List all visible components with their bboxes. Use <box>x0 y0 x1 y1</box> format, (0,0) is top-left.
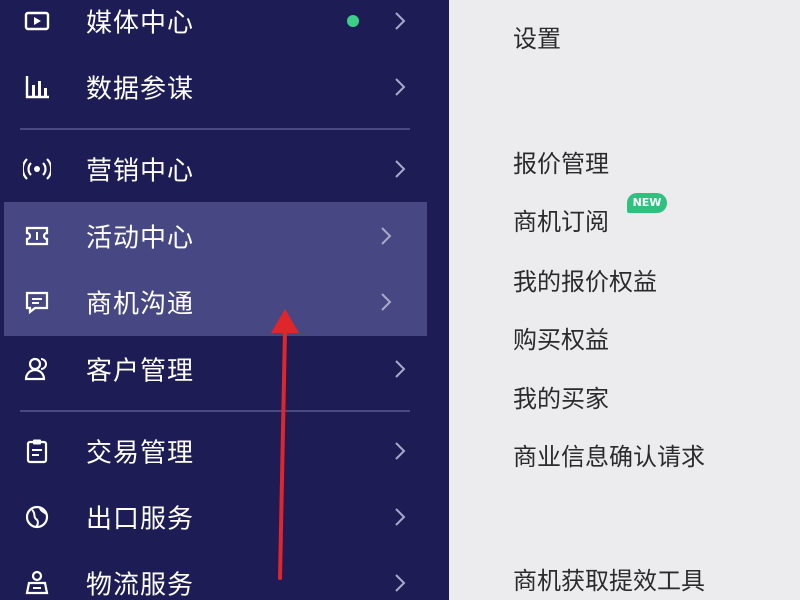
submenu-item-my-buyers[interactable]: 我的买家 <box>513 384 609 414</box>
chevron-right-icon <box>390 506 410 528</box>
sidebar-item-export-services[interactable]: 出口服务 <box>0 484 449 550</box>
sidebar-item-media-center[interactable]: 媒体中心 <box>0 0 449 54</box>
sidebar-item-logistics-services[interactable]: 物流服务 <box>0 550 449 600</box>
sidebar-item-label: 出口服务 <box>86 504 195 535</box>
sidebar-item-trade-management[interactable]: 交易管理 <box>0 418 449 484</box>
clipboard-icon <box>20 434 54 468</box>
submenu-item-purchase-rights[interactable]: 购买权益 <box>513 325 609 355</box>
submenu-item-quote-management[interactable]: 报价管理 <box>513 149 609 179</box>
bar-chart-icon <box>20 70 54 104</box>
submenu-item-my-quote-rights[interactable]: 我的报价权益 <box>513 267 657 297</box>
new-badge: NEW <box>627 193 667 213</box>
message-icon <box>20 285 54 319</box>
chevron-right-icon <box>390 358 410 380</box>
sidebar-item-label: 媒体中心 <box>86 8 195 39</box>
globe-icon <box>20 500 54 534</box>
ticket-icon <box>20 219 54 253</box>
broadcast-icon <box>20 152 54 186</box>
sidebar-item-business-communication[interactable]: 商机沟通 <box>0 269 449 335</box>
sidebar-item-data-advisor[interactable]: 数据参谋 <box>0 54 449 120</box>
sidebar-item-label: 商机沟通 <box>86 289 195 320</box>
section-divider <box>20 410 410 412</box>
sidebar-item-label: 物流服务 <box>86 570 195 600</box>
sidebar-item-label: 交易管理 <box>86 438 195 469</box>
notification-dot <box>347 15 359 27</box>
sidebar-item-label: 营销中心 <box>86 156 195 187</box>
submenu-settings[interactable]: 设置 <box>513 24 561 54</box>
chevron-right-icon <box>376 291 396 313</box>
section-divider <box>20 128 410 130</box>
chevron-right-icon <box>390 572 410 594</box>
sidebar-item-marketing-center[interactable]: 营销中心 <box>0 136 449 202</box>
sidebar-item-customer-management[interactable]: 客户管理 <box>0 336 449 402</box>
submenu-item-business-info-confirmation[interactable]: 商业信息确认请求 <box>513 442 705 472</box>
sidebar-item-label: 活动中心 <box>86 223 195 254</box>
submenu-panel: 设置 报价管理 商机订阅 我的报价权益 购买权益 我的买家 商业信息确认请求 商… <box>449 0 800 600</box>
chevron-right-icon <box>390 76 410 98</box>
chevron-right-icon <box>390 158 410 180</box>
submenu-item-business-efficiency-tools[interactable]: 商机获取提效工具 <box>513 566 705 596</box>
sidebar-item-activity-center[interactable]: 活动中心 <box>0 203 449 269</box>
users-icon <box>20 352 54 386</box>
chevron-right-icon <box>390 10 410 32</box>
sidebar-item-label: 数据参谋 <box>86 74 195 105</box>
submenu-item-business-subscription[interactable]: 商机订阅 <box>513 207 609 237</box>
truck-icon <box>20 566 54 600</box>
video-icon <box>20 4 54 38</box>
chevron-right-icon <box>376 225 396 247</box>
chevron-right-icon <box>390 440 410 462</box>
sidebar-item-label: 客户管理 <box>86 356 195 387</box>
sidebar-nav: 媒体中心 数据参谋 营销中心 活动中心 商机沟通 客户管理 交易管理 出口服务 … <box>0 0 449 600</box>
